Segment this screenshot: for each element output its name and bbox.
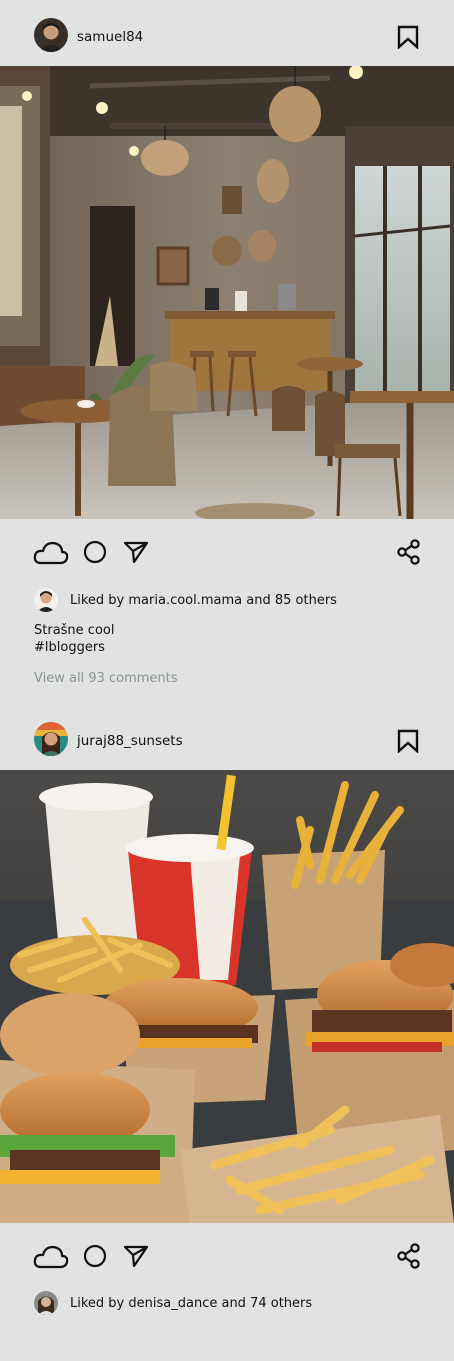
post-header: juraj88_sunsets (0, 704, 454, 770)
view-comments-link[interactable]: View all 93 comments (34, 671, 178, 687)
post-photo[interactable] (0, 770, 454, 1223)
cloud-like-icon[interactable] (33, 1243, 69, 1273)
likes-text: Liked by maria.cool.mama and 85 others (70, 593, 337, 609)
post-2: juraj88_sunsets Liked by denisa_dance an… (0, 704, 454, 1361)
bookmark-icon[interactable] (397, 25, 421, 50)
share-icon[interactable] (396, 1243, 422, 1273)
username[interactable]: samuel84 (77, 29, 143, 45)
bookmark-icon[interactable] (397, 729, 421, 754)
liker-username[interactable]: denisa_dance (128, 1296, 217, 1311)
avatar[interactable] (34, 18, 68, 52)
caption-hashtag[interactable]: #lbloggers (34, 639, 114, 656)
liker-avatar[interactable] (34, 1291, 58, 1315)
likes-row: Liked by maria.cool.mama and 85 others (0, 588, 454, 614)
post-1: samuel84 Liked by maria.cool.mama and 85… (0, 0, 454, 700)
likes-text: Liked by denisa_dance and 74 others (70, 1296, 312, 1312)
likes-row: Liked by denisa_dance and 74 others (0, 1291, 454, 1317)
post-header: samuel84 (0, 0, 454, 66)
share-icon[interactable] (396, 539, 422, 569)
post-actions (0, 537, 454, 567)
liker-avatar[interactable] (34, 588, 58, 612)
likes-count[interactable]: and 74 others (217, 1296, 312, 1311)
likes-prefix: Liked by (70, 1296, 129, 1311)
caption-text: Strašne cool (34, 623, 115, 638)
cafe-interior-photo (0, 66, 454, 519)
send-icon[interactable] (123, 1245, 149, 1271)
liker-username[interactable]: maria.cool.mama (128, 593, 242, 608)
likes-count[interactable]: and 85 others (242, 593, 337, 608)
send-icon[interactable] (123, 541, 149, 567)
likes-prefix: Liked by (70, 593, 129, 608)
avatar[interactable] (34, 722, 68, 756)
post-photo[interactable] (0, 66, 454, 519)
circle-comment-icon[interactable] (83, 540, 107, 568)
post-actions (0, 1241, 454, 1271)
cloud-like-icon[interactable] (33, 539, 69, 569)
caption: Strašne cool #lbloggers (34, 622, 114, 656)
circle-comment-icon[interactable] (83, 1244, 107, 1272)
username[interactable]: juraj88_sunsets (77, 733, 183, 749)
burgers-and-fries-photo (0, 770, 454, 1223)
